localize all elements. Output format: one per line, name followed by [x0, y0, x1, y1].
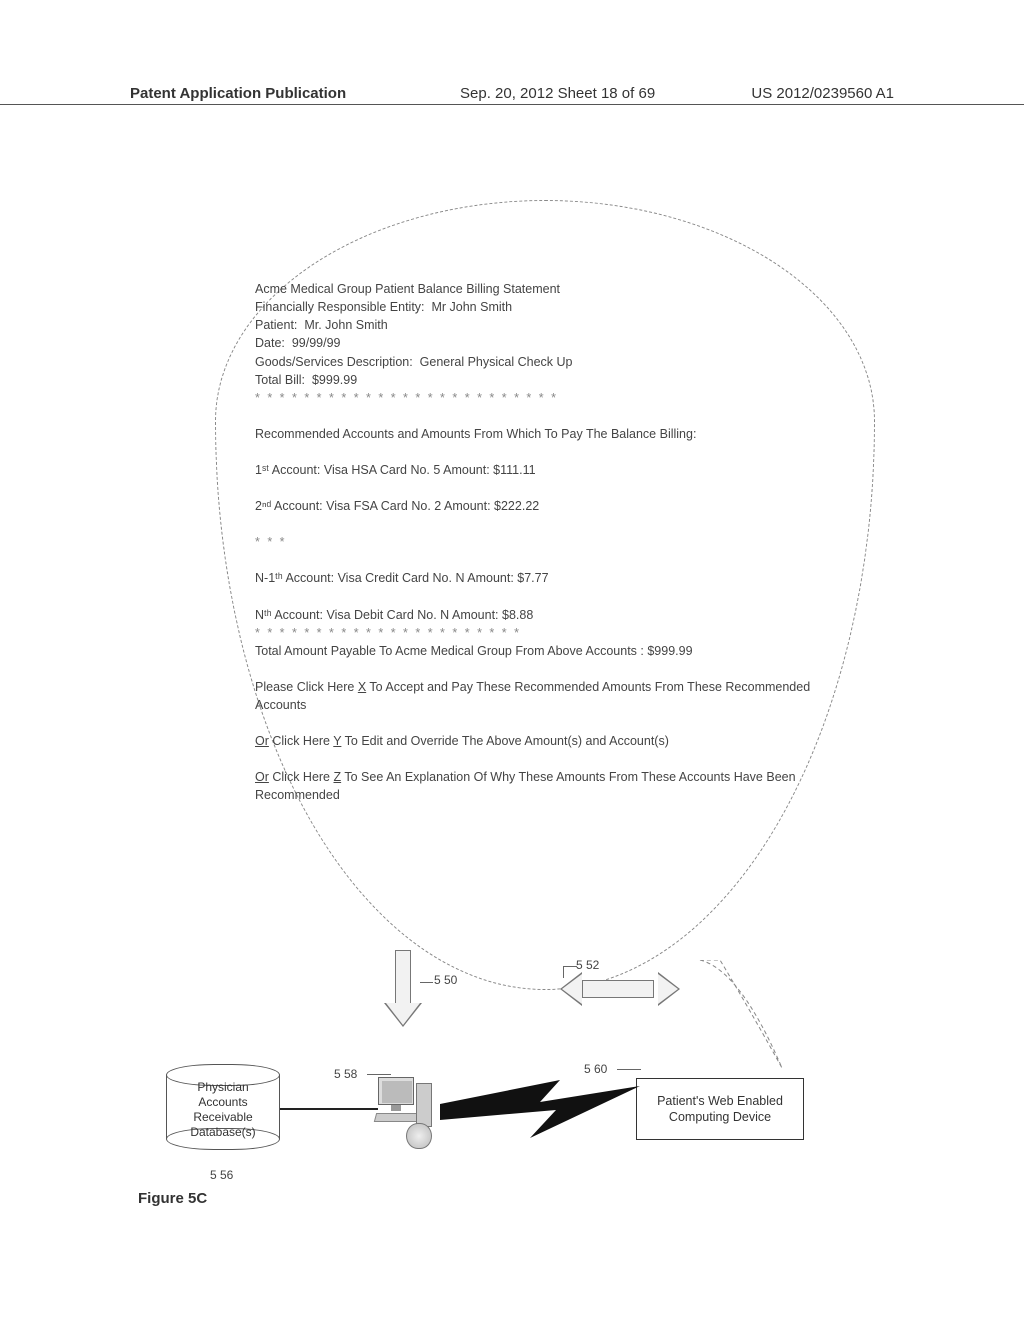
statement-title: Acme Medical Group Patient Balance Billi…: [255, 280, 825, 298]
connector-db-server: [280, 1108, 378, 1110]
publication-type: Patent Application Publication: [130, 85, 346, 102]
explain-mid: Click Here: [269, 770, 334, 784]
explain-link[interactable]: Z: [333, 770, 341, 784]
account-1: 1ˢᵗ Account: Visa HSA Card No. 5 Amount:…: [255, 461, 825, 479]
double-arrow-icon: [560, 972, 680, 1006]
total-bill-label: Total Bill:: [255, 373, 305, 387]
date-label: Date:: [255, 336, 285, 350]
database-icon: Physician Accounts Receivable Database(s…: [166, 1064, 280, 1152]
total-bill-line: Total Bill: $999.99: [255, 371, 825, 389]
date-value: 99/99/99: [292, 336, 341, 350]
leader-560: [617, 1069, 641, 1070]
billing-statement-text: Acme Medical Group Patient Balance Billi…: [255, 280, 825, 805]
accounts-ellipsis: * * *: [255, 533, 825, 551]
down-arrow-icon: [388, 950, 418, 1028]
accept-line[interactable]: Please Click Here X To Accept and Pay Th…: [255, 678, 825, 714]
edit-or: Or: [255, 734, 269, 748]
responsible-value: Mr John Smith: [431, 300, 512, 314]
account-n-minus-1: N-1ᵗʰ Account: Visa Credit Card No. N Am…: [255, 569, 825, 587]
db-line4: Database(s): [190, 1125, 255, 1139]
responsible-entity: Financially Responsible Entity: Mr John …: [255, 298, 825, 316]
goods-line: Goods/Services Description: General Phys…: [255, 353, 825, 371]
figure-label: Figure 5C: [138, 1190, 207, 1207]
goods-label: Goods/Services Description:: [255, 355, 413, 369]
server-icon: [378, 1077, 438, 1147]
patient-device-box: Patient's Web Enabled Computing Device: [636, 1078, 804, 1140]
total-payable: Total Amount Payable To Acme Medical Gro…: [255, 642, 825, 660]
explain-line[interactable]: Or Click Here Z To See An Explanation Of…: [255, 768, 825, 804]
patient-value: Mr. John Smith: [304, 318, 387, 332]
leader-552b: [563, 966, 577, 967]
explain-or: Or: [255, 770, 269, 784]
account-n: Nᵗʰ Account: Visa Debit Card No. N Amoun…: [255, 606, 825, 624]
responsible-label: Financially Responsible Entity:: [255, 300, 425, 314]
ref-560: 5 60: [584, 1062, 607, 1076]
ref-550: 5 50: [434, 973, 457, 987]
patient-device-text: Patient's Web Enabled Computing Device: [641, 1093, 799, 1126]
header-divider: [0, 104, 1024, 105]
edit-mid: Click Here: [269, 734, 333, 748]
accept-prefix: Please Click Here: [255, 680, 358, 694]
date-line: Date: 99/99/99: [255, 334, 825, 352]
leader-552a: [563, 966, 564, 978]
recommended-heading: Recommended Accounts and Amounts From Wh…: [255, 425, 825, 443]
separator-1: * * * * * * * * * * * * * * * * * * * * …: [255, 389, 825, 407]
ref-556: 5 56: [210, 1168, 233, 1182]
patient-line: Patient: Mr. John Smith: [255, 316, 825, 334]
connector-server-device: [440, 1080, 640, 1138]
date-sheet: Sep. 20, 2012 Sheet 18 of 69: [460, 85, 655, 102]
db-line1: Physician: [197, 1080, 248, 1094]
patient-label: Patient:: [255, 318, 297, 332]
separator-2: * * * * * * * * * * * * * * * * * * * * …: [255, 624, 825, 642]
ref-558: 5 58: [334, 1067, 357, 1081]
total-bill-value: $999.99: [312, 373, 357, 387]
accept-link[interactable]: X: [358, 680, 366, 694]
db-line3: Receivable: [193, 1110, 252, 1124]
account-2: 2ⁿᵈ Account: Visa FSA Card No. 2 Amount:…: [255, 497, 825, 515]
db-line2: Accounts: [198, 1095, 247, 1109]
leader-550: [420, 982, 433, 983]
leader-558: [367, 1074, 391, 1075]
callout-tail: [690, 960, 790, 1080]
publication-number: US 2012/0239560 A1: [751, 85, 894, 102]
edit-line[interactable]: Or Click Here Y To Edit and Override The…: [255, 732, 825, 750]
ref-552: 5 52: [576, 958, 599, 972]
edit-suffix: To Edit and Override The Above Amount(s)…: [341, 734, 669, 748]
goods-value: General Physical Check Up: [420, 355, 573, 369]
